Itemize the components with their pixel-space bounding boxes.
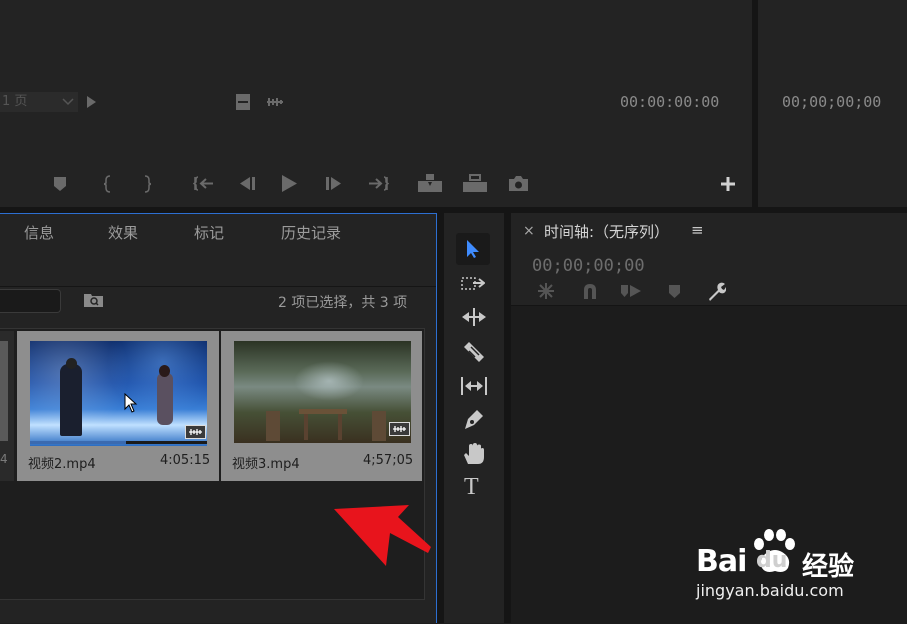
timeline-tab-title[interactable]: 时间轴:（无序列） [544,221,669,242]
clip-item[interactable]: 视频2.mp4 4:05:15 [17,331,219,481]
clip-duration: 4:05:15 [160,453,211,468]
find-bin-icon[interactable] [84,293,103,307]
track-select-icon[interactable] [461,275,485,291]
wrench-icon[interactable] [707,282,726,301]
mark-out-icon[interactable] [143,175,151,193]
annotation-arrow [334,505,431,566]
cursor-icon [124,393,138,413]
step-back-icon[interactable] [237,177,255,190]
clip-thumbnail [30,341,207,446]
audio-badge-icon [389,422,410,436]
panel-divider[interactable] [504,213,511,623]
clip-duration: 4;57;05 [363,453,414,468]
play-button-icon[interactable] [282,175,297,192]
watermark-product: 经验 [802,552,855,582]
panel-separator [0,286,436,287]
program-monitor-panel: 00;00;00;00 [758,0,907,207]
partial-clip-duration: 4 [0,452,8,466]
baidu-watermark: Bai du 经验 jingyan.baidu.com [696,529,896,610]
razor-icon[interactable] [464,342,484,362]
add-marker-icon[interactable] [54,177,66,191]
tools-panel: T [444,213,504,623]
audio-badge-icon [185,425,206,439]
pen-icon[interactable] [465,409,484,429]
camera-icon[interactable] [509,176,528,191]
selection-status: 2 项已选择，共 3 项 [278,295,408,311]
timeline-timecode[interactable]: 00;00;00;00 [532,256,645,276]
program-timecode[interactable]: 00;00;00;00 [782,93,881,111]
clip-item[interactable]: 视频3.mp4 4;57;05 [221,331,422,481]
go-to-out-icon[interactable] [367,176,389,191]
marker-icon[interactable] [669,285,680,298]
audio-waveform-icon[interactable] [265,96,285,108]
insert-icon[interactable] [418,174,442,192]
go-to-in-icon[interactable] [193,176,215,191]
clip-name: 视频2.mp4 [28,457,96,472]
close-tab-icon[interactable]: × [523,223,535,239]
add-marker-timeline-icon[interactable] [621,283,641,299]
slip-icon[interactable] [461,377,487,395]
watermark-brand-right: du [756,548,788,573]
source-timecode[interactable]: 00:00:00:00 [620,93,719,111]
tab-markers[interactable]: 标记 [194,222,224,243]
hand-icon[interactable] [464,443,484,464]
tab-effects[interactable]: 效果 [108,222,138,243]
source-monitor-panel: 1 页 00:00:00:00 [0,0,752,207]
selection-tool[interactable] [456,233,490,265]
type-tool-icon[interactable]: T [464,475,479,499]
add-button-icon[interactable] [721,177,735,191]
ripple-edit-icon[interactable] [461,308,487,326]
mark-in-icon[interactable] [104,175,112,193]
play-small-icon[interactable] [87,96,96,108]
tab-history[interactable]: 历史记录 [281,222,341,243]
selection-arrow-icon [467,240,479,258]
clip-icon[interactable] [236,94,250,110]
page-select-label: 1 页 [2,94,28,109]
snap-icon[interactable] [538,283,554,299]
panel-divider[interactable] [437,213,444,623]
step-forward-icon[interactable] [326,177,344,190]
chevron-down-icon [62,98,74,106]
linked-selection-icon[interactable] [582,283,598,299]
clip-thumbnail [234,341,411,443]
overwrite-icon[interactable] [463,174,487,192]
watermark-brand-left: Bai [696,544,747,579]
page-select[interactable]: 1 页 [0,92,78,112]
watermark-url: jingyan.baidu.com [696,581,844,600]
tab-info[interactable]: 信息 [24,222,54,243]
clip-name: 视频3.mp4 [232,457,300,472]
search-input[interactable] [0,289,61,313]
panel-menu-icon[interactable]: ≡ [691,221,704,239]
